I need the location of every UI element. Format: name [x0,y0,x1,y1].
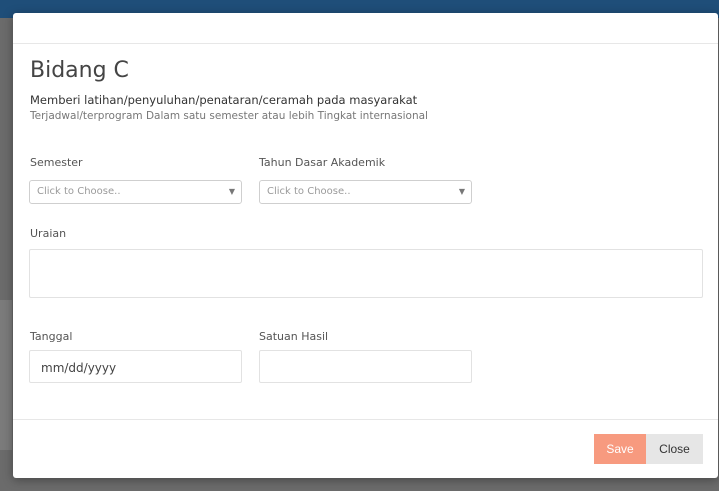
save-button[interactable]: Save [594,434,646,464]
tanggal-date-input[interactable]: mm/dd/yyyy [29,350,242,383]
dialog-subtitle-detail: Terjadwal/terprogram Dalam satu semester… [30,110,428,122]
tahun-select-placeholder: Click to Choose.. [267,186,351,197]
bidang-c-dialog: Bidang C Memberi latihan/penyuluhan/pena… [13,13,718,478]
tanggal-label: Tanggal [30,330,73,343]
background-panel [0,300,12,450]
dialog-header [13,13,718,44]
tahun-select[interactable]: Click to Choose.. ▼ [259,180,472,204]
semester-label: Semester [30,156,83,169]
close-button[interactable]: Close [646,434,703,464]
satuan-hasil-label: Satuan Hasil [259,330,329,343]
tanggal-placeholder: mm/dd/yyyy [41,361,117,375]
dialog-subtitle: Memberi latihan/penyuluhan/penataran/cer… [30,93,418,107]
satuan-hasil-input[interactable] [259,350,472,383]
uraian-textarea[interactable] [29,249,703,298]
chevron-down-icon: ▼ [458,187,465,196]
chevron-down-icon: ▼ [228,187,235,196]
dialog-title: Bidang C [30,58,129,83]
footer-divider [13,419,718,420]
uraian-label: Uraian [30,227,67,240]
semester-select[interactable]: Click to Choose.. ▼ [29,180,242,204]
semester-select-placeholder: Click to Choose.. [37,186,121,197]
tahun-label: Tahun Dasar Akademik [259,156,386,169]
